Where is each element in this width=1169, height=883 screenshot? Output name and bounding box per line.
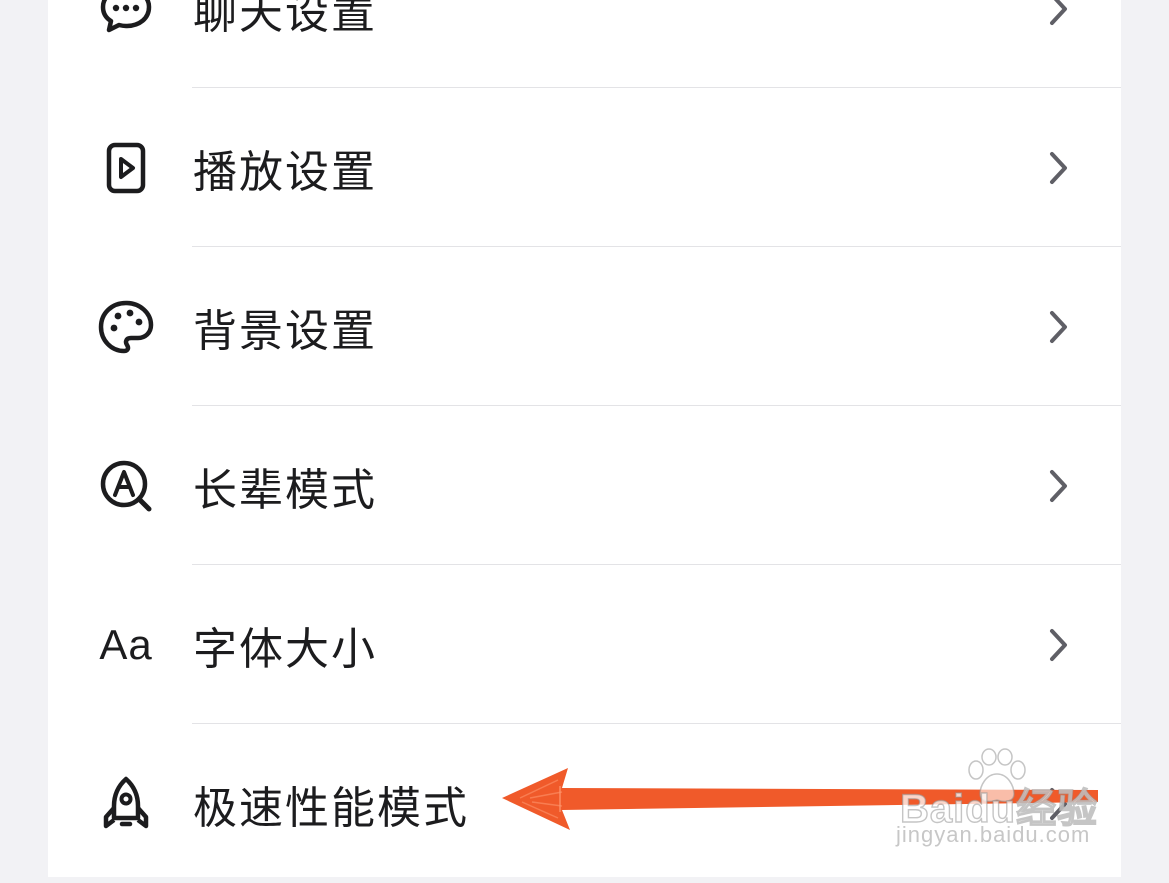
settings-item-font-size[interactable]: Aa 字体大小 — [48, 565, 1121, 724]
settings-item-label: 背景设置 — [193, 305, 377, 357]
settings-item-background[interactable]: 背景设置 — [48, 247, 1121, 406]
settings-item-playback[interactable]: 播放设置 — [48, 88, 1121, 247]
palette-icon — [96, 297, 156, 357]
settings-item-elder-mode[interactable]: 长辈模式 — [48, 406, 1121, 565]
chevron-right-icon — [1050, 787, 1067, 820]
settings-item-label: 字体大小 — [193, 623, 377, 675]
chevron-right-icon — [1050, 310, 1067, 343]
settings-item-label: 长辈模式 — [193, 464, 377, 516]
settings-item-label: 聊天设置 — [193, 0, 377, 39]
chat-bubble-icon — [96, 0, 156, 39]
settings-item-label: 播放设置 — [193, 146, 377, 198]
settings-item-chat[interactable]: 聊天设置 — [48, 0, 1121, 88]
settings-item-turbo-mode[interactable]: 极速性能模式 — [48, 724, 1121, 883]
play-icon — [96, 138, 156, 198]
chevron-right-icon — [1050, 469, 1067, 502]
settings-list: 聊天设置 播放设置 背景设置 长辈模式 Aa 字体大小 极速性能模式 — [48, 0, 1121, 877]
chevron-right-icon — [1050, 628, 1067, 661]
settings-item-label: 极速性能模式 — [193, 782, 469, 834]
rocket-icon — [96, 774, 156, 834]
elder-mode-icon — [96, 456, 156, 516]
chevron-right-icon — [1050, 0, 1067, 25]
chevron-right-icon — [1050, 151, 1067, 184]
font-size-icon: Aa — [99, 620, 153, 668]
